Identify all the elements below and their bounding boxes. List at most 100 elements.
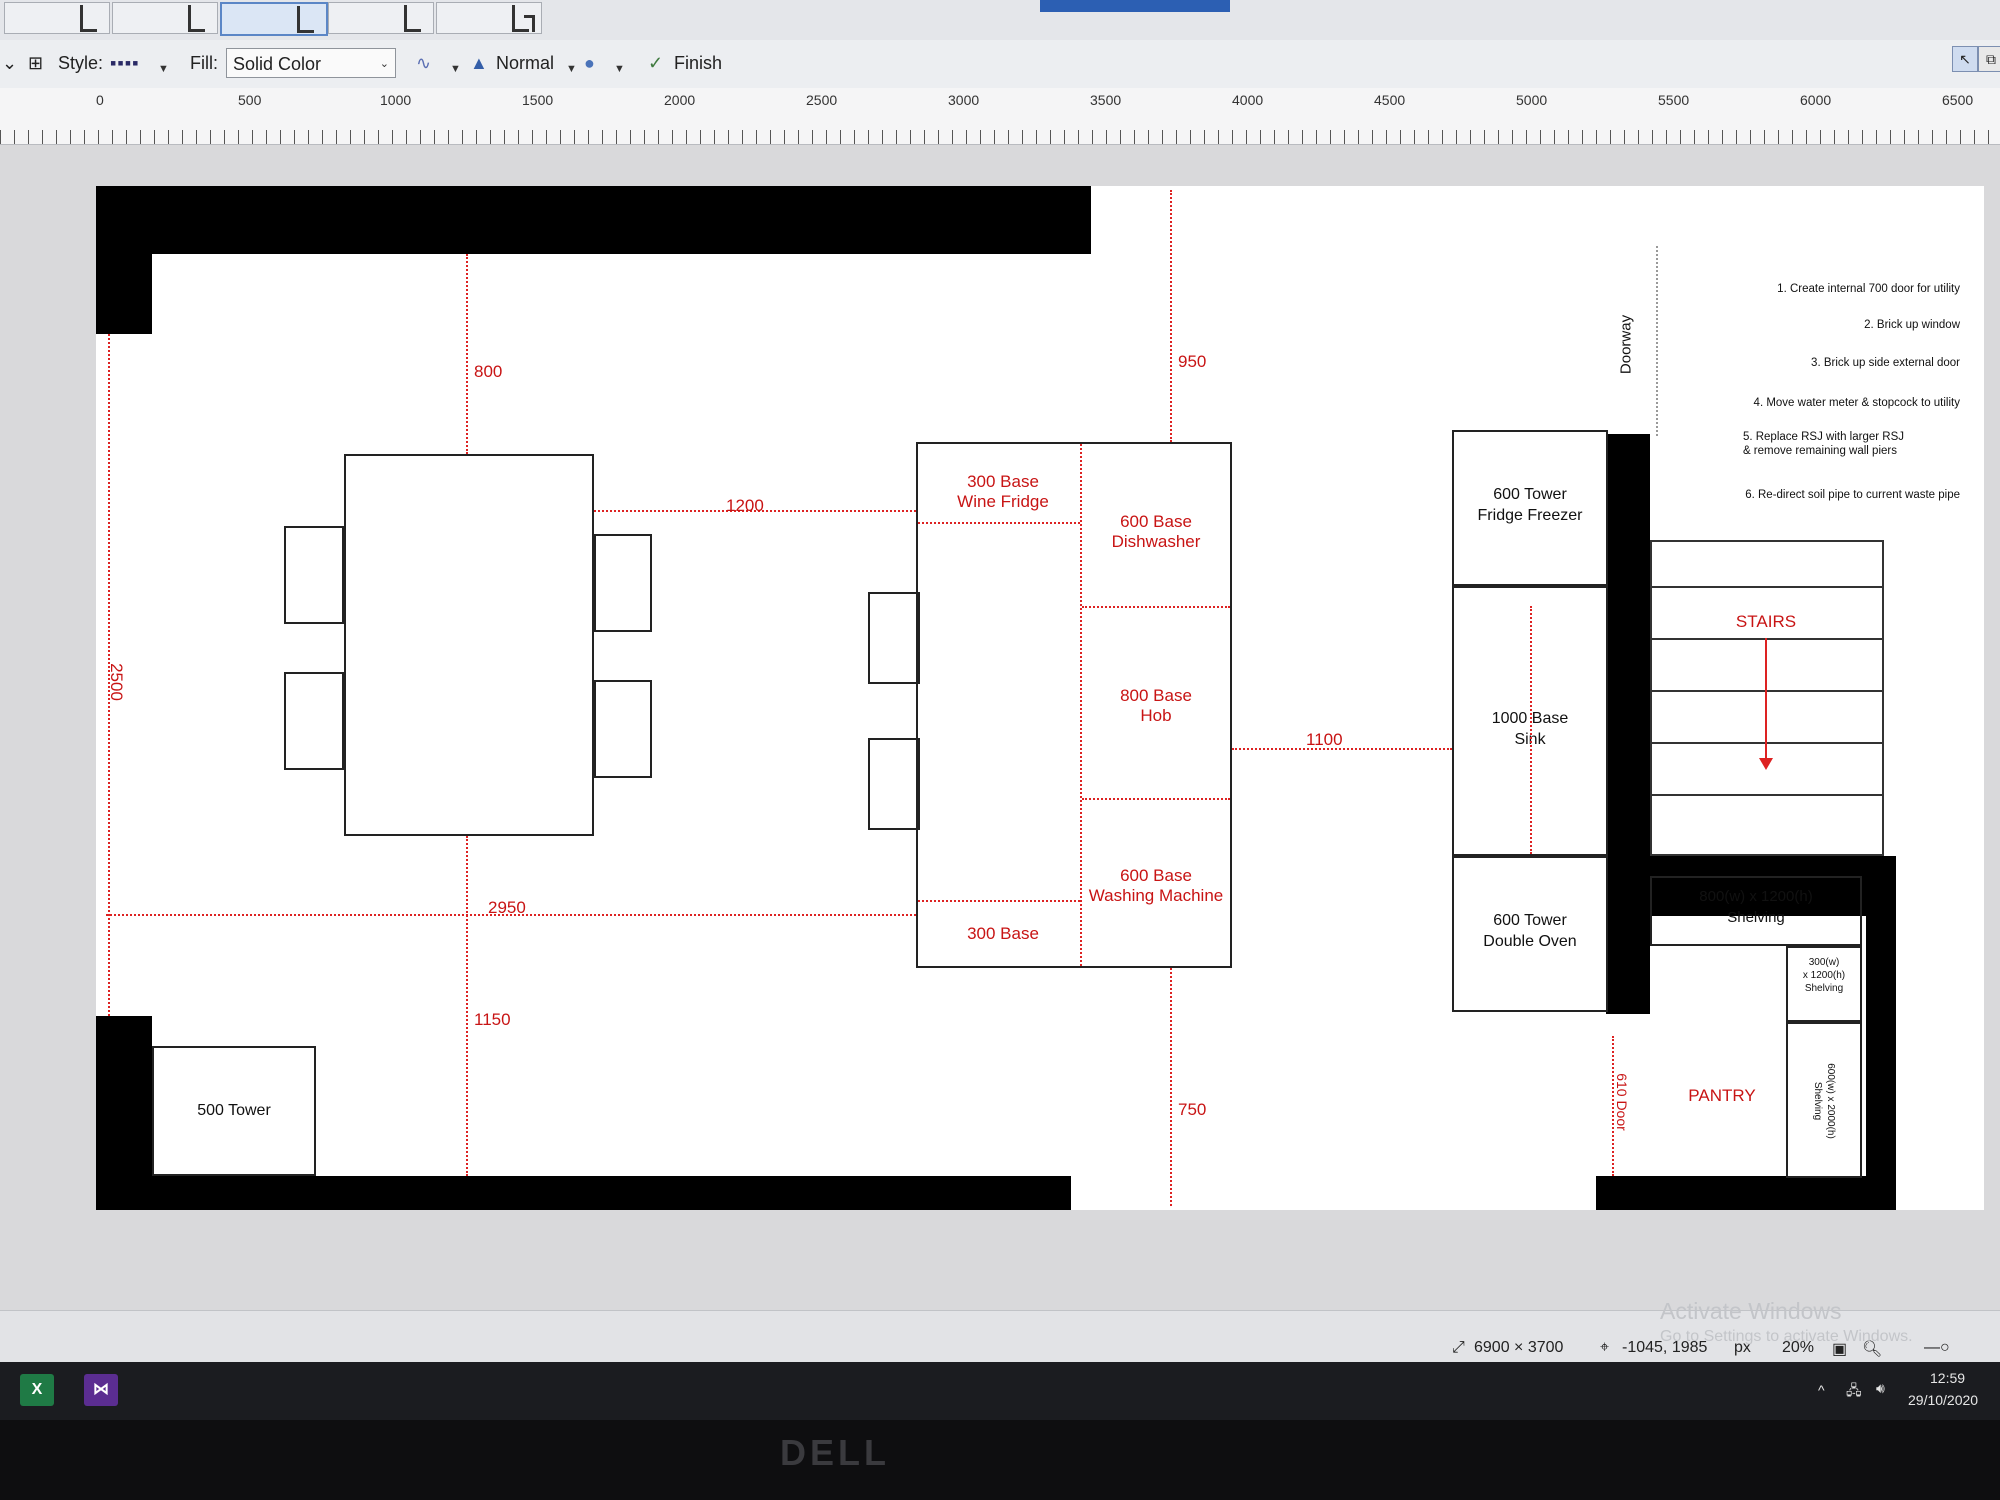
chevron-down-icon: ⌄ [379, 58, 389, 70]
clock-date[interactable]: 29/10/2020 [1908, 1392, 1978, 1408]
ruler-label: 3000 [948, 92, 980, 108]
ruler-label: 500 [238, 92, 262, 108]
options-toolbar: ⌄ ⊞ Style: ▪▪▪▪ ▼ Fill: Solid Color ⌄ ∿ … [0, 40, 2000, 89]
stool [868, 592, 920, 684]
fill-label: Fill: [190, 53, 218, 73]
select-tool-icon[interactable]: ↖ [1952, 46, 1978, 72]
dim-950-label: 950 [1178, 352, 1207, 371]
dining-table [344, 454, 594, 836]
shelving-300-label: 300(w) x 1200(h) Shelving [1802, 957, 1846, 994]
style-label: Style: [58, 53, 104, 73]
dim-2500-label: 2500 [107, 663, 126, 701]
fill-select-value: Solid Color [233, 54, 322, 74]
shelving-600-label: 600(w) x 2000(h) Shelving [1812, 1063, 1836, 1139]
canvas-size-icon: ⤢ [1452, 1339, 1465, 1356]
clock-time[interactable]: 12:59 [1930, 1370, 1965, 1386]
hob-label: 800 Base Hob [1120, 686, 1192, 725]
ruler-label: 4500 [1374, 92, 1406, 108]
doorway-label: Doorway [1617, 314, 1635, 375]
monitor-brand-logo: DELL [780, 1432, 890, 1473]
chair [594, 680, 652, 778]
shape-thumbnail[interactable] [112, 2, 218, 34]
style-dropdown[interactable]: ▪▪▪▪ [110, 52, 140, 74]
ruler-label: 4000 [1232, 92, 1264, 108]
note-5: 5. Replace RSJ with larger RSJ & remove … [1742, 431, 1904, 457]
dimension-line [1170, 968, 1172, 1206]
stair-tread [1652, 794, 1882, 796]
wall-pantry-bottom [1596, 1176, 1896, 1210]
ruler-label: 2500 [806, 92, 838, 108]
shape-gallery [0, 0, 2000, 41]
stair-tread [1652, 638, 1882, 640]
horizontal-ruler: 0 500 1000 1500 2000 2500 3000 3500 4000… [0, 88, 2000, 145]
dim-1100-label: 1100 [1306, 730, 1343, 749]
zoom-slider[interactable]: —○ [1924, 1339, 1950, 1357]
drawing-canvas[interactable]: 300 Base Wine Fridge 600 Base Dishwasher… [96, 186, 1984, 1210]
fridge-freezer-label: 600 Tower Fridge Freezer [1477, 486, 1583, 524]
note-6: 6. Re-direct soil pipe to current waste … [1745, 489, 1960, 501]
island-divider-line [1082, 606, 1230, 608]
add-style-icon[interactable]: ⊞ [28, 52, 43, 74]
ruler-label: 5500 [1658, 92, 1690, 108]
curve-tool-icon[interactable]: ∿ [416, 52, 431, 74]
visual-studio-app-icon[interactable]: ⋈ [84, 1374, 118, 1406]
note-1: 1. Create internal 700 door for utility [1777, 283, 1960, 295]
shape-glyph-icon [524, 15, 535, 32]
shape-thumbnail[interactable] [436, 2, 542, 34]
taskbar: X ⋈ ^ 🖧 🔊︎ 12:59 29/10/2020 [0, 1362, 2000, 1420]
color-caret-icon[interactable]: ▼ [614, 58, 625, 80]
copy-tool-icon[interactable]: ⧉ [1978, 46, 2000, 72]
network-icon[interactable]: 🖧 [1846, 1380, 1862, 1404]
dishwasher-label: 600 Base Dishwasher [1111, 512, 1201, 551]
dim-1150-label: 1150 [474, 1010, 511, 1029]
wall-bottom [96, 1176, 1071, 1210]
door610-label: 610 Door [1614, 1073, 1630, 1131]
note-3: 3. Brick up side external door [1811, 357, 1960, 369]
tray-chevron-icon[interactable]: ^ [1818, 1382, 1825, 1398]
wine-fridge-label: 300 Base Wine Fridge [957, 472, 1049, 511]
ruler-label: 5000 [1516, 92, 1548, 108]
stairs-arrow-shaft [1765, 638, 1767, 762]
blend-mode-icon: ▲ [470, 53, 488, 73]
wall-partition [1606, 434, 1650, 1014]
chevron-down-icon[interactable]: ⌄ [2, 52, 17, 74]
volume-icon[interactable]: 🔊︎ [1876, 1380, 1885, 1397]
shape-thumbnail[interactable] [328, 2, 434, 34]
dim-750-label: 750 [1178, 1100, 1207, 1119]
wall-top-left-pier [96, 186, 152, 334]
curve-caret-icon[interactable]: ▼ [450, 58, 461, 80]
chair [594, 534, 652, 632]
excel-app-icon[interactable]: X [20, 1374, 54, 1406]
canvas-size-text: 6900 × 3700 [1474, 1339, 1564, 1356]
shape-thumbnail[interactable] [4, 2, 110, 34]
ribbon-accent-bar [1040, 0, 1230, 12]
ruler-label: 6500 [1942, 92, 1974, 108]
stair-tread [1652, 690, 1882, 692]
doorway-line [1656, 246, 1658, 436]
stair-tread [1652, 742, 1882, 744]
dimension-line [466, 254, 468, 454]
stool [868, 738, 920, 830]
shape-thumbnail-selected[interactable] [220, 2, 328, 36]
down-arrow-icon [1759, 758, 1773, 770]
blend-mode-dropdown[interactable]: Normal [496, 52, 554, 74]
note-4: 4. Move water meter & stopcock to utilit… [1753, 397, 1960, 409]
shape-glyph-icon [297, 6, 314, 33]
shelving-800-label: 800(w) x 1200(h) Shelving [1699, 888, 1813, 926]
ruler-ticks [0, 130, 2000, 144]
fill-select[interactable]: Solid Color ⌄ [226, 48, 396, 78]
island-divider-line [918, 900, 1080, 902]
color-circle-icon[interactable]: ● [584, 52, 595, 74]
style-caret-icon[interactable]: ▼ [158, 58, 169, 80]
ruler-label: 1500 [522, 92, 554, 108]
dim-1200-label: 1200 [726, 496, 764, 515]
island-divider-line [918, 522, 1080, 524]
double-oven-label: 600 Tower Double Oven [1483, 912, 1577, 950]
note-2: 2. Brick up window [1864, 319, 1960, 331]
finish-button[interactable]: Finish [674, 52, 722, 74]
activation-watermark-subtitle: Go to Settings to activate Windows. [1660, 1328, 1913, 1345]
stairs-label: STAIRS [1735, 612, 1797, 631]
blend-caret-icon[interactable]: ▼ [566, 58, 577, 80]
ruler-label: 2000 [664, 92, 696, 108]
shape-glyph-icon [80, 5, 97, 32]
